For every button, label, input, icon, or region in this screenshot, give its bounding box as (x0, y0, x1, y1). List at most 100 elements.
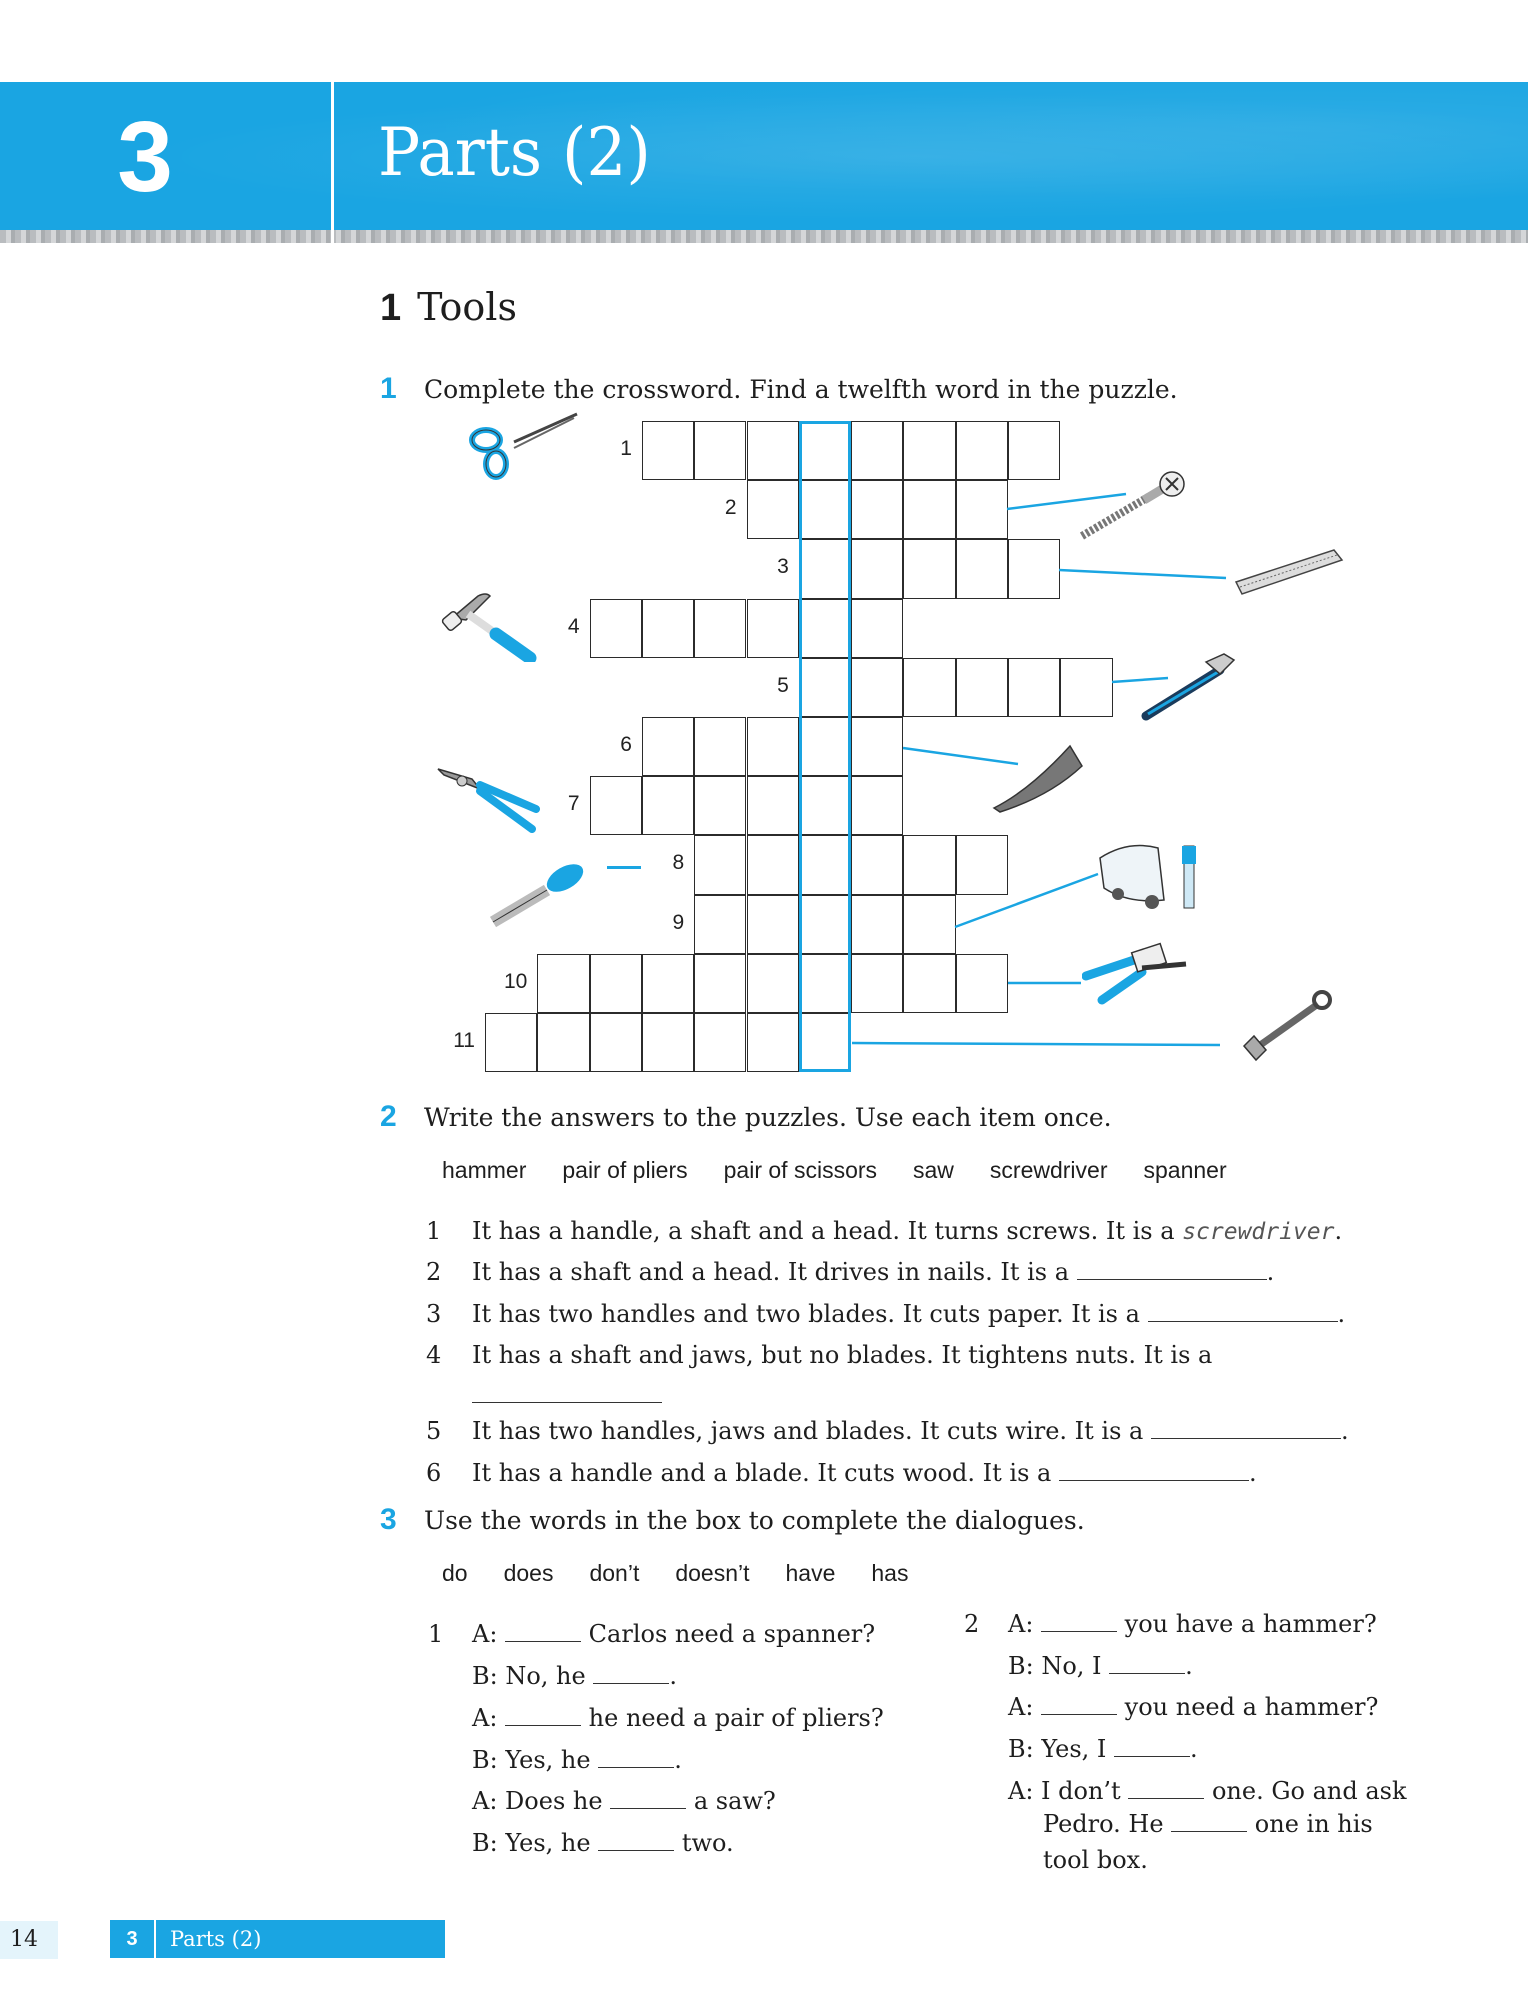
dialogue-number: 2 (964, 1610, 980, 1638)
dialogue-2-line: tool box. (1043, 1844, 1148, 1876)
answer-blank[interactable] (472, 1380, 662, 1403)
line-text: two. (674, 1829, 734, 1857)
line-text: a saw? (686, 1787, 776, 1815)
puzzle-item: 2 It has a shaft and a head. It drives in… (426, 1256, 1274, 1288)
line-text: tool box. (1043, 1846, 1148, 1874)
answer-blank[interactable] (1041, 1692, 1118, 1715)
word-box-item: doesn’t (675, 1560, 750, 1586)
dialogue-1-line: 1 A: Carlos need a spanner? (428, 1618, 875, 1650)
line-text: B: No, I (1008, 1652, 1110, 1680)
answer-blank[interactable] (1058, 1458, 1249, 1481)
line-text: . (1190, 1735, 1198, 1763)
item-number: 3 (426, 1300, 442, 1328)
dialogue-1-line: A: he need a pair of pliers? (472, 1702, 884, 1734)
answer-blank[interactable] (505, 1703, 582, 1726)
item-end: . (1248, 1459, 1257, 1487)
item-end: . (1334, 1217, 1343, 1245)
line-text: . (669, 1662, 677, 1690)
line-text: A: (472, 1620, 506, 1648)
word-box-ex3: do does don’t doesn’t have has (442, 1558, 944, 1588)
dialogue-number: 1 (428, 1620, 444, 1648)
answer-blank[interactable] (1150, 1416, 1341, 1439)
word-box-item: spanner (1143, 1157, 1227, 1183)
dialogue-2-line: B: No, I . (1008, 1650, 1193, 1682)
item-text: It has a shaft and a head. It drives in … (472, 1258, 1077, 1286)
footer-unit-number: 3 (110, 1920, 156, 1958)
line-text: he need a pair of pliers? (581, 1704, 884, 1732)
cover-connector-line (954, 872, 1099, 929)
word-box-item: have (785, 1560, 836, 1586)
answer-blank[interactable] (1076, 1257, 1267, 1280)
item-number: 1 (426, 1217, 442, 1245)
dialogue-2-line: 2 A: you have a hammer? (964, 1608, 1377, 1640)
item-text: It has two handles and two blades. It cu… (472, 1300, 1148, 1328)
word-box-item: do (442, 1560, 468, 1586)
answer-blank[interactable] (505, 1619, 582, 1642)
answer-blank[interactable] (1109, 1651, 1186, 1674)
line-text: . (1185, 1652, 1193, 1680)
word-box-item: hammer (442, 1157, 527, 1183)
item-number: 5 (426, 1417, 442, 1445)
dialogue-1-line: B: No, he . (472, 1660, 677, 1692)
screw-icon (1080, 471, 1185, 540)
answer-blank[interactable] (593, 1661, 670, 1684)
line-text: Pedro. He (1043, 1810, 1172, 1838)
instruction-text: Write the answers to the puzzles. Use ea… (424, 1103, 1112, 1132)
page-number: 14 (0, 1921, 58, 1959)
answer-blank[interactable] (1114, 1734, 1190, 1757)
item-text: It has two handles, jaws and blades. It … (472, 1417, 1151, 1445)
item-end: . (1266, 1258, 1275, 1286)
item-text: It has a handle, a shaft and a head. It … (472, 1217, 1183, 1245)
pipe-wrench-icon (1141, 653, 1236, 721)
puzzle-item: 4 It has a shaft and jaws, but no blades.… (426, 1339, 1212, 1371)
line-text: B: Yes, I (1008, 1735, 1114, 1763)
dialogue-1-line: B: Yes, he two. (472, 1827, 734, 1859)
word-box-item: saw (913, 1157, 954, 1183)
exercise-number: 2 (380, 1100, 397, 1133)
line-text: A: I don’t (1008, 1777, 1129, 1805)
word-box-item: screwdriver (989, 1157, 1108, 1183)
footer-unit-tab: 3 Parts (2) (110, 1920, 445, 1958)
word-box-item: pair of scissors (723, 1157, 878, 1183)
dialogue-1-line: B: Yes, he . (472, 1744, 682, 1776)
word-box-item: pair of pliers (562, 1157, 688, 1183)
ruler-connector-line (1058, 568, 1227, 580)
line-text: one in his (1247, 1810, 1373, 1838)
answer-blank[interactable] (1147, 1299, 1338, 1322)
knife-blade-icon (992, 744, 1083, 813)
dialogue-2-line: B: Yes, I . (1008, 1733, 1198, 1765)
bike-cover-icon (1099, 844, 1196, 909)
line-text: B: No, he (472, 1662, 594, 1690)
dialogue-2-line: A: I don’t one. Go and ask (1008, 1775, 1407, 1807)
puzzle-item: 1 It has a handle, a shaft and a head. It… (426, 1215, 1342, 1248)
dialogue-2-line: Pedro. He one in his (1043, 1808, 1373, 1840)
item-number: 4 (426, 1341, 442, 1369)
line-text: A: (1008, 1610, 1042, 1638)
word-box-item: don’t (589, 1560, 640, 1586)
line-text: Carlos need a spanner? (581, 1620, 876, 1648)
line-text: you have a hammer? (1117, 1610, 1377, 1638)
item-text: It has a handle and a blade. It cuts woo… (472, 1459, 1059, 1487)
answer-blank[interactable] (610, 1786, 687, 1809)
puzzle-item: 6 It has a handle and a blade. It cuts wo… (426, 1457, 1257, 1489)
answer-blank[interactable] (1128, 1776, 1205, 1799)
line-text: B: Yes, he (472, 1746, 599, 1774)
answer-blank[interactable] (598, 1828, 675, 1851)
can-opener-icon (1082, 942, 1187, 1005)
example-answer: screwdriver (1182, 1219, 1335, 1245)
spanner-icon (1242, 990, 1332, 1062)
ruler-icon (1234, 549, 1344, 595)
word-box-ex2: hammer pair of pliers pair of scissors saw s… (442, 1155, 1263, 1185)
item-text: It has a shaft and jaws, but no blades. … (472, 1341, 1213, 1369)
exercise-3-instruction: 3 Use the words in the box to complete th… (380, 1503, 1085, 1538)
answer-blank[interactable] (1041, 1609, 1118, 1632)
item-number: 2 (426, 1258, 442, 1286)
answer-blank[interactable] (598, 1745, 675, 1768)
exercise-number: 3 (380, 1503, 397, 1536)
footer-unit-title: Parts (2) (170, 1927, 262, 1951)
line-text: A: Does he (472, 1787, 611, 1815)
answer-blank[interactable] (1171, 1809, 1248, 1832)
line-text: you need a hammer? (1117, 1693, 1379, 1721)
puzzle-item: 5 It has two handles, jaws and blades. It… (426, 1415, 1349, 1447)
word-box-item: does (503, 1560, 554, 1586)
